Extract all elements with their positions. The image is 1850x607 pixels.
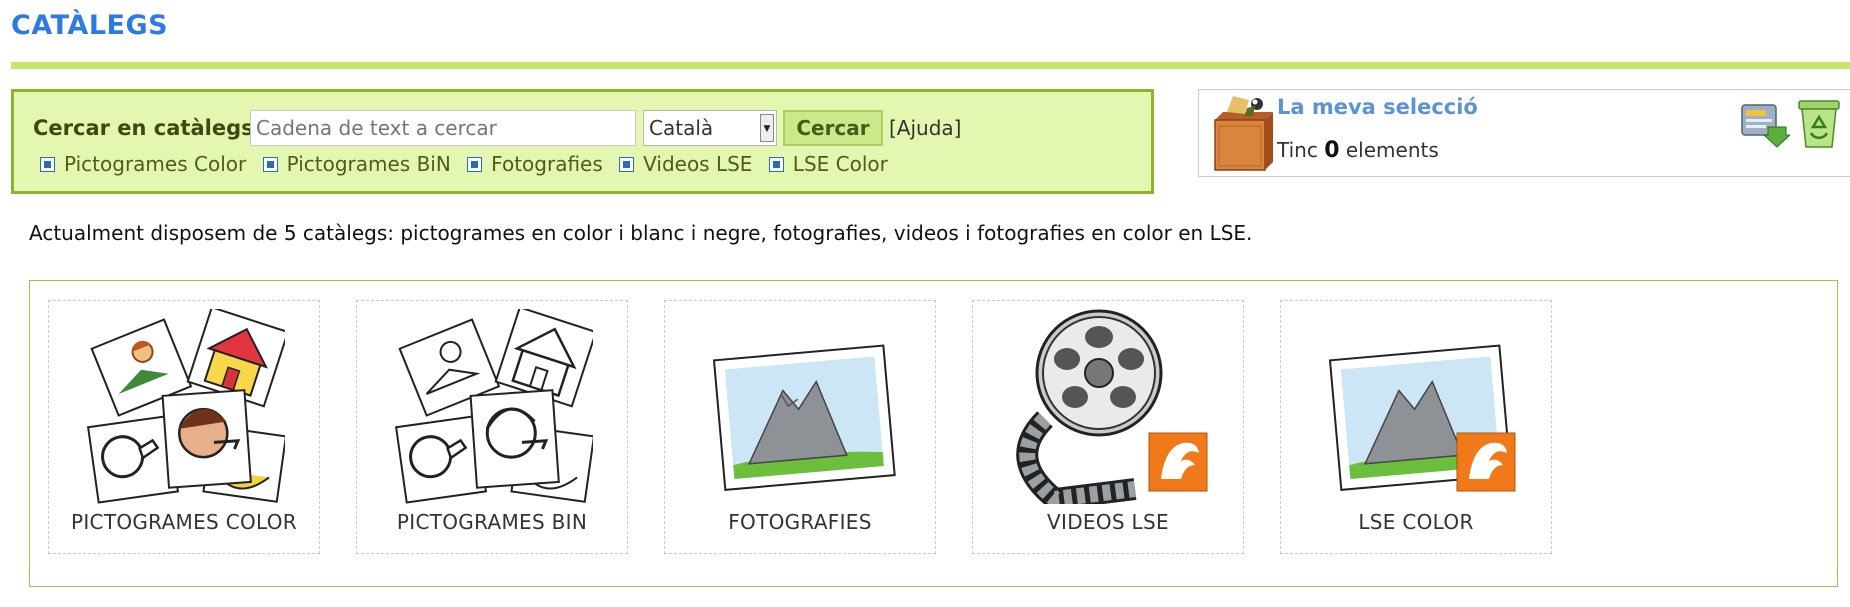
catalog-card-lse-color[interactable]: LSE COLOR xyxy=(1280,300,1552,554)
search-button[interactable]: Cercar xyxy=(783,110,883,146)
filter-label: Pictogrames BiN xyxy=(286,152,451,176)
filter-checkbox[interactable] xyxy=(768,157,784,172)
filter-pictogrames-bin[interactable]: Pictogrames BiN xyxy=(262,152,451,176)
help-link[interactable]: [Ajuda] xyxy=(889,116,961,140)
selection-box-icon xyxy=(1214,96,1273,171)
language-select-value: Català xyxy=(649,116,714,140)
catalog-card-label: PICTOGRAMES BIN xyxy=(396,510,588,534)
my-selection-link[interactable]: La meva selecció xyxy=(1277,95,1478,119)
catalog-card-label: LSE COLOR xyxy=(1358,510,1474,534)
film-reel-icon xyxy=(1016,309,1208,504)
intro-text: Actualment disposem de 5 catàlegs: picto… xyxy=(29,221,1253,245)
filter-checkbox[interactable] xyxy=(619,157,635,172)
my-selection-panel: La meva selecció Tinc 0 elements xyxy=(1198,89,1850,177)
chevron-down-icon[interactable]: ▼ xyxy=(760,114,774,142)
bw-pictograms-icon xyxy=(394,309,593,504)
selection-count: 0 xyxy=(1324,138,1340,163)
selection-prefix: Tinc xyxy=(1277,138,1318,162)
catalog-card-fotografies[interactable]: FOTOGRAFIES xyxy=(664,300,936,554)
photo-icon xyxy=(712,344,896,491)
filter-label: LSE Color xyxy=(792,152,888,176)
catalog-card-pictogrames-bin[interactable]: PICTOGRAMES BIN xyxy=(356,300,628,554)
filter-checkbox[interactable] xyxy=(40,157,55,172)
color-pictograms-icon xyxy=(86,309,285,504)
selection-suffix: elements xyxy=(1345,138,1439,162)
filter-label: Videos LSE xyxy=(643,152,753,176)
catalog-grid: PICTOGRAMES COLOR PICTOGRAMES BIN FOTOGR… xyxy=(29,280,1838,587)
lse-photo-icon xyxy=(1328,344,1516,492)
catalog-card-label: FOTOGRAFIES xyxy=(728,510,872,534)
filter-pictogrames-color[interactable]: Pictogrames Color xyxy=(40,152,246,176)
filter-lse-color[interactable]: LSE Color xyxy=(768,152,888,176)
catalog-card-label: VIDEOS LSE xyxy=(1047,510,1169,534)
catalog-card-videos-lse[interactable]: VIDEOS LSE xyxy=(972,300,1244,554)
search-input[interactable] xyxy=(250,110,636,146)
filter-fotografies[interactable]: Fotografies xyxy=(467,152,603,176)
title-divider xyxy=(11,62,1850,69)
page-title: CATÀLEGS xyxy=(11,10,169,41)
recycle-bin-icon[interactable] xyxy=(1795,99,1843,149)
catalog-card-label: PICTOGRAMES COLOR xyxy=(71,510,297,534)
filter-checkbox[interactable] xyxy=(467,157,483,172)
selection-count-text: Tinc 0 elements xyxy=(1277,138,1439,163)
filter-label: Fotografies xyxy=(491,152,603,176)
search-panel: Cercar en catàlegs: Català ▼ Cercar [Aju… xyxy=(11,89,1154,194)
filter-label: Pictogrames Color xyxy=(64,152,247,176)
filter-checkbox[interactable] xyxy=(262,157,278,172)
language-select[interactable]: Català ▼ xyxy=(643,110,777,146)
search-label: Cercar en catàlegs: xyxy=(33,116,263,140)
export-selection-icon[interactable] xyxy=(1740,99,1790,149)
filter-videos-lse[interactable]: Videos LSE xyxy=(619,152,752,176)
catalog-card-pictogrames-color[interactable]: PICTOGRAMES COLOR xyxy=(48,300,320,554)
catalog-filters: Pictogrames Color Pictogrames BiN Fotogr… xyxy=(40,152,898,176)
